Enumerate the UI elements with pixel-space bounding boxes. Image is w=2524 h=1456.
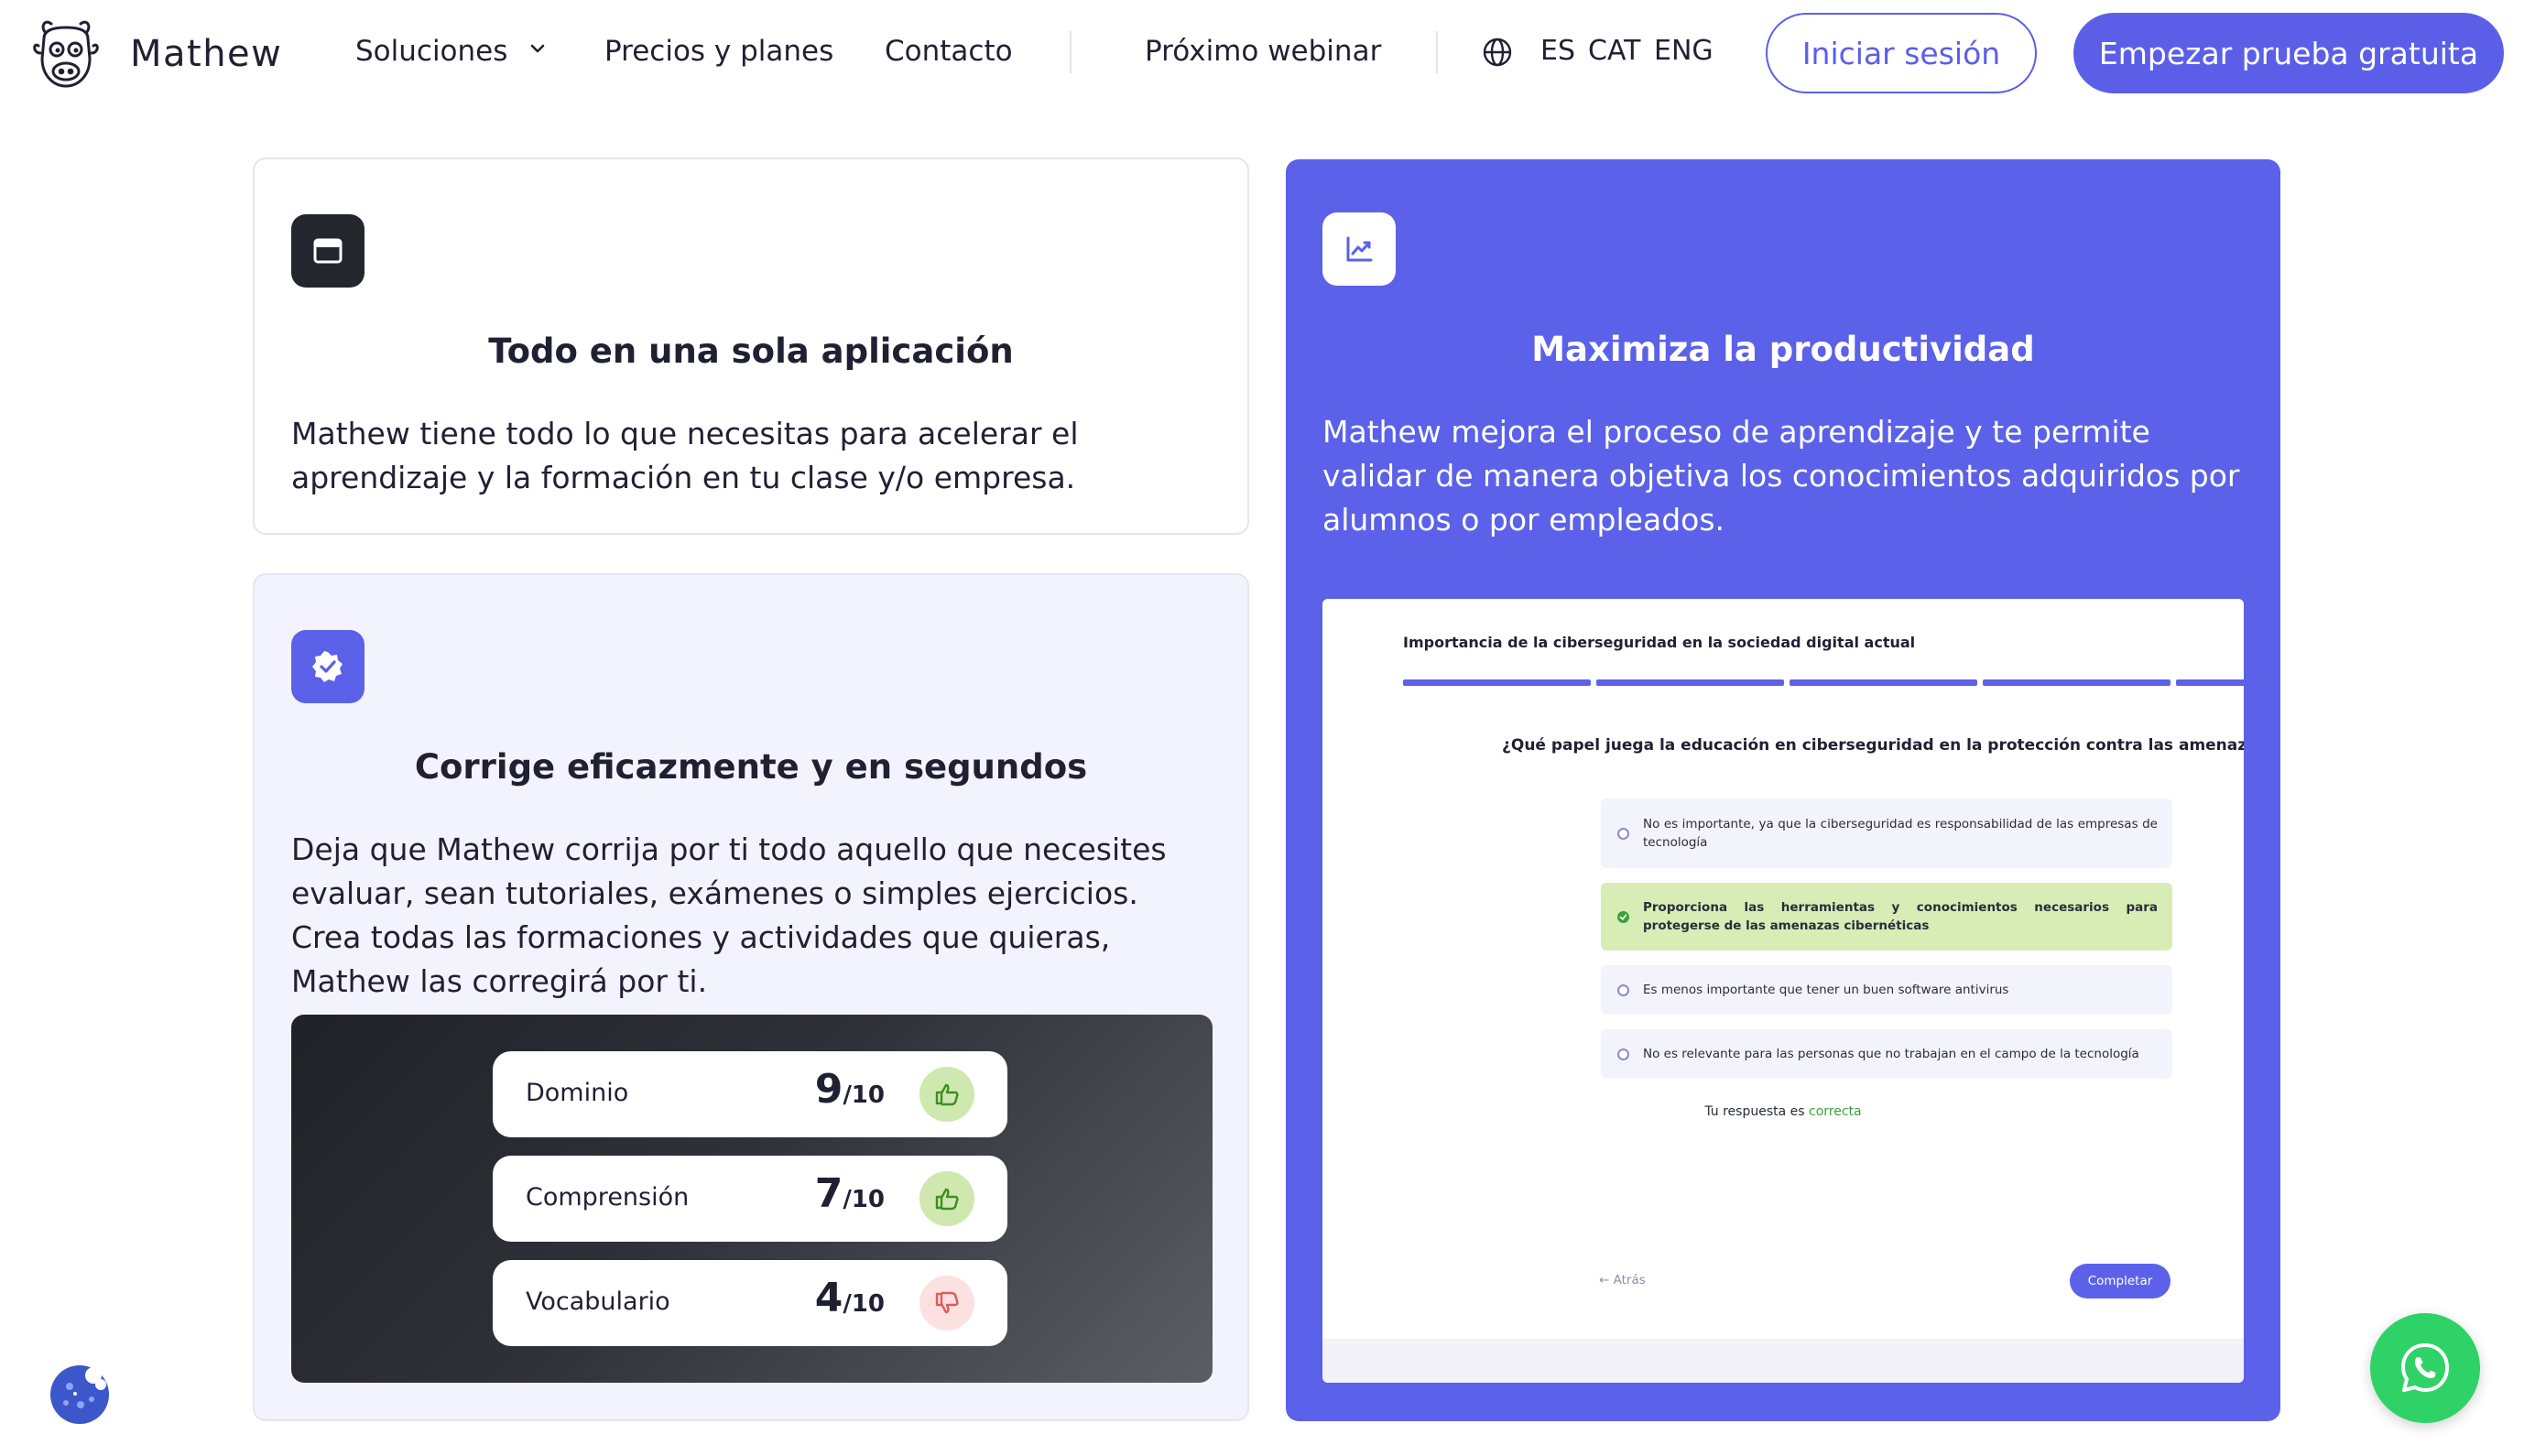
quiz-option-text: Es menos importante que tener un buen so…	[1643, 983, 2009, 997]
back-label: Atrás	[1613, 1273, 1646, 1288]
radio-button[interactable]	[1617, 827, 1629, 840]
nav-webinar-link[interactable]: Próximo webinar	[1145, 35, 1381, 68]
quiz-question: ¿Qué papel juega la educación en ciberse…	[1502, 736, 2244, 755]
quiz-option[interactable]: Es menos importante que tener un buen so…	[1601, 965, 2172, 1015]
radio-checked-icon[interactable]	[1617, 910, 1629, 923]
score-label: Comprensión	[526, 1183, 690, 1212]
card-description: Deja que Mathew corrija por ti todo aque…	[291, 831, 1167, 999]
nav-solutions-label: Soluciones	[355, 35, 508, 68]
quiz-option-text: Proporciona las herramientas y conocimie…	[1643, 900, 2158, 933]
score-row: Comprensión 7/10	[493, 1156, 1007, 1242]
score-label: Dominio	[526, 1079, 629, 1107]
quiz-footer	[1322, 1339, 2244, 1383]
lang-eng[interactable]: ENG	[1654, 35, 1713, 67]
quiz-screen: Importancia de la ciberseguridad en la s…	[1322, 599, 2244, 1339]
nav-divider	[1070, 31, 1072, 73]
nav-divider	[1436, 31, 1438, 73]
nav-solutions-dropdown[interactable]: Soluciones	[355, 35, 546, 68]
scores-panel: Dominio 9/10 Comprensión 7/10 Vocabulari…	[291, 1015, 1213, 1383]
lang-es[interactable]: ES	[1540, 35, 1575, 67]
cookie-icon[interactable]	[48, 1363, 112, 1427]
arrow-left-icon: ←	[1599, 1273, 1610, 1288]
whatsapp-button[interactable]	[2370, 1313, 2480, 1423]
card-description: Mathew mejora el proceso de aprendizaje …	[1322, 414, 2240, 538]
thumbs-up-icon	[919, 1067, 974, 1122]
score-value: 4/10	[814, 1275, 885, 1321]
card-description: Mathew tiene todo lo que necesitas para …	[291, 416, 1079, 495]
logo[interactable]: Mathew	[31, 15, 282, 93]
feature-card-correct: Corrige eficazmente y en segundos Deja q…	[253, 573, 1249, 1421]
thumbs-down-icon	[919, 1276, 974, 1331]
feature-card-all-in-one: Todo en una sola aplicación Mathew tiene…	[253, 158, 1249, 535]
quiz-option[interactable]: No es importante, ya que la cibersegurid…	[1601, 799, 2172, 868]
nav-contact-link[interactable]: Contacto	[885, 35, 1013, 68]
quiz-option-text: No es relevante para las personas que no…	[1643, 1047, 2139, 1061]
card-title: Maximiza la productividad	[1531, 330, 2035, 369]
top-navigation: Mathew Soluciones Precios y planes Conta…	[0, 0, 2524, 108]
card-title: Todo en una sola aplicación	[488, 331, 1014, 371]
quiz-feedback: Tu respuesta es correcta	[1704, 1104, 1862, 1119]
lang-cat[interactable]: CAT	[1588, 35, 1640, 67]
whatsapp-icon	[2401, 1343, 2449, 1392]
quiz-title: Importancia de la ciberseguridad en la s…	[1403, 634, 1916, 651]
nav-pricing-link[interactable]: Precios y planes	[604, 35, 833, 68]
quiz-option[interactable]: No es relevante para las personas que no…	[1601, 1029, 2172, 1079]
score-value: 7/10	[814, 1170, 885, 1217]
quiz-preview: Importancia de la ciberseguridad en la s…	[1322, 599, 2244, 1383]
start-trial-button[interactable]: Empezar prueba gratuita	[2073, 13, 2504, 93]
quiz-complete-button[interactable]: Completar	[2070, 1264, 2170, 1298]
score-value: 9/10	[814, 1066, 885, 1113]
radio-button[interactable]	[1617, 983, 1629, 996]
browser-window-icon	[291, 214, 364, 288]
thumbs-up-icon	[919, 1171, 974, 1226]
score-row: Dominio 9/10	[493, 1051, 1007, 1137]
login-button[interactable]: Iniciar sesión	[1766, 13, 2037, 93]
quiz-progress-bar	[1403, 679, 2244, 686]
globe-icon	[1483, 38, 1512, 67]
quiz-option-correct[interactable]: Proporciona las herramientas y conocimie…	[1601, 883, 2172, 951]
brand-name: Mathew	[130, 33, 283, 75]
radio-button[interactable]	[1617, 1048, 1629, 1060]
quiz-option-text: No es importante, ya que la cibersegurid…	[1643, 817, 2158, 850]
card-title: Corrige eficazmente y en segundos	[414, 747, 1088, 787]
chevron-down-icon	[530, 44, 545, 53]
chart-up-icon	[1322, 212, 1396, 286]
verified-badge-icon	[291, 630, 364, 703]
score-row: Vocabulario 4/10	[493, 1260, 1007, 1346]
quiz-back-link[interactable]: ← Atrás	[1599, 1273, 1646, 1288]
feature-card-productivity: Maximiza la productividad Mathew mejora …	[1286, 159, 2280, 1421]
score-label: Vocabulario	[526, 1288, 670, 1316]
logo-cow-icon	[33, 20, 99, 88]
